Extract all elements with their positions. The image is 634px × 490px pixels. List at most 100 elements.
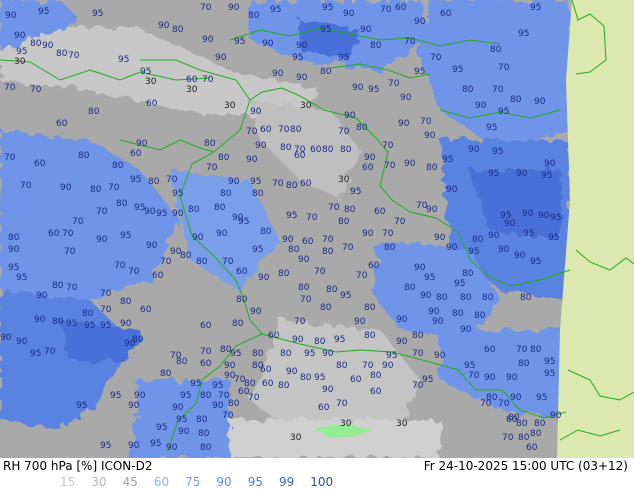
contour-label: 95 xyxy=(286,211,298,221)
contour-label: 80 xyxy=(260,227,272,237)
contour-label: 80 xyxy=(180,251,192,261)
contour-label: 70 xyxy=(114,261,126,271)
legend-item-75: 75 xyxy=(185,475,201,489)
contour-label: 60 xyxy=(484,345,496,355)
contour-label: 70 xyxy=(394,217,406,227)
contour-label: 80 xyxy=(288,245,300,255)
contour-label: 80 xyxy=(370,371,382,381)
contour-label: 70 xyxy=(362,361,374,371)
contour-label: 90 xyxy=(510,393,522,403)
contour-label: 30 xyxy=(340,419,352,429)
contour-label: 60 xyxy=(200,321,212,331)
contour-label: 90 xyxy=(343,9,355,19)
contour-label: 90 xyxy=(322,385,334,395)
contour-label: 90 xyxy=(446,185,458,195)
contour-label: 60 xyxy=(526,443,538,453)
contour-label: 80 xyxy=(344,205,356,215)
contour-label: 95 xyxy=(320,25,332,35)
contour-label: 80 xyxy=(90,185,102,195)
contour-label: 90 xyxy=(255,141,267,151)
contour-label: 95 xyxy=(130,175,142,185)
contour-label: 70 xyxy=(300,295,312,305)
contour-label: 90 xyxy=(434,233,446,243)
contour-label: 95 xyxy=(414,67,426,77)
contour-label: 95 xyxy=(190,379,202,389)
contour-label: 70 xyxy=(412,381,424,391)
contour-label: 95 xyxy=(550,213,562,223)
contour-label: 95 xyxy=(8,263,20,273)
contour-label: 70 xyxy=(492,85,504,95)
contour-label: 80 xyxy=(286,181,298,191)
contour-label: 95 xyxy=(172,189,184,199)
contour-label: 90 xyxy=(414,17,426,27)
contour-label: 90 xyxy=(124,339,136,349)
contour-label: 60 xyxy=(152,271,164,281)
contour-label: 95 xyxy=(386,351,398,361)
contour-label: 70 xyxy=(72,217,84,227)
contour-label: 95 xyxy=(250,177,262,187)
contour-label: 70 xyxy=(202,75,214,85)
contour-label: 80 xyxy=(510,95,522,105)
contour-label: 80 xyxy=(530,345,542,355)
contour-label: 90 xyxy=(446,243,458,253)
contour-label: 80 xyxy=(204,139,216,149)
contour-label: 80 xyxy=(412,331,424,341)
contour-label: 90 xyxy=(364,153,376,163)
contour-label: 95 xyxy=(530,257,542,267)
contour-label: 80 xyxy=(338,217,350,227)
contour-label: 90 xyxy=(396,315,408,325)
contour-label: 60 xyxy=(186,75,198,85)
contour-label: 80 xyxy=(82,309,94,319)
contour-label: 70 xyxy=(342,243,354,253)
contour-label: 70 xyxy=(322,235,334,245)
contour-label: 95 xyxy=(66,319,78,329)
contour-label: 80 xyxy=(220,189,232,199)
contour-label: 30 xyxy=(290,433,302,443)
contour-label: 95 xyxy=(492,147,504,157)
contour-label: 70 xyxy=(248,393,260,403)
contour-label: 95 xyxy=(541,171,553,181)
contour-label: 70 xyxy=(246,127,258,137)
contour-label: 80 xyxy=(52,281,64,291)
contour-label: 70 xyxy=(66,283,78,293)
contour-label: 80 xyxy=(364,303,376,313)
contour-label: 95 xyxy=(100,441,112,451)
contour-label: 80 xyxy=(120,297,132,307)
contour-label: 60 xyxy=(318,403,330,413)
contour-label: 70 xyxy=(382,229,394,239)
contour-label: 60 xyxy=(368,261,380,271)
contour-label: 95 xyxy=(464,361,476,371)
contour-label: 80 xyxy=(252,189,264,199)
contour-label: 70 xyxy=(160,257,172,267)
contour-label: 80 xyxy=(200,443,212,453)
contour-label: 80 xyxy=(370,41,382,51)
contour-label: 80 xyxy=(200,391,212,401)
contour-label: 70 xyxy=(516,345,528,355)
contour-label: 90 xyxy=(215,53,227,63)
contour-label: 90 xyxy=(60,183,72,193)
contour-label: 30 xyxy=(186,85,198,95)
contour-label: 90 xyxy=(16,337,28,347)
contour-label: 95 xyxy=(252,245,264,255)
contour-label: 90 xyxy=(488,231,500,241)
contour-label: 95 xyxy=(76,401,88,411)
contour-label: 60 xyxy=(34,159,46,169)
contour-label: 70 xyxy=(384,161,396,171)
contour-label: 95 xyxy=(176,415,188,425)
contour-label: 90 xyxy=(322,349,334,359)
contour-label: 90 xyxy=(298,255,310,265)
contour-label: 60 xyxy=(130,149,142,159)
contour-label: 70 xyxy=(380,5,392,15)
contour-label: 90 xyxy=(538,211,550,221)
contour-label: 90 xyxy=(8,245,20,255)
contour-label: 70 xyxy=(100,289,112,299)
contour-label: 70 xyxy=(356,271,368,281)
contour-label: 70 xyxy=(200,3,212,13)
contour-label: 90 xyxy=(128,401,140,411)
contour-label: 70 xyxy=(498,63,510,73)
contour-label: 95 xyxy=(292,53,304,63)
contour-label: 90 xyxy=(534,97,546,107)
contour-label: 95 xyxy=(536,393,548,403)
contour-label: 30 xyxy=(300,101,312,111)
contour-label: 90 xyxy=(424,131,436,141)
